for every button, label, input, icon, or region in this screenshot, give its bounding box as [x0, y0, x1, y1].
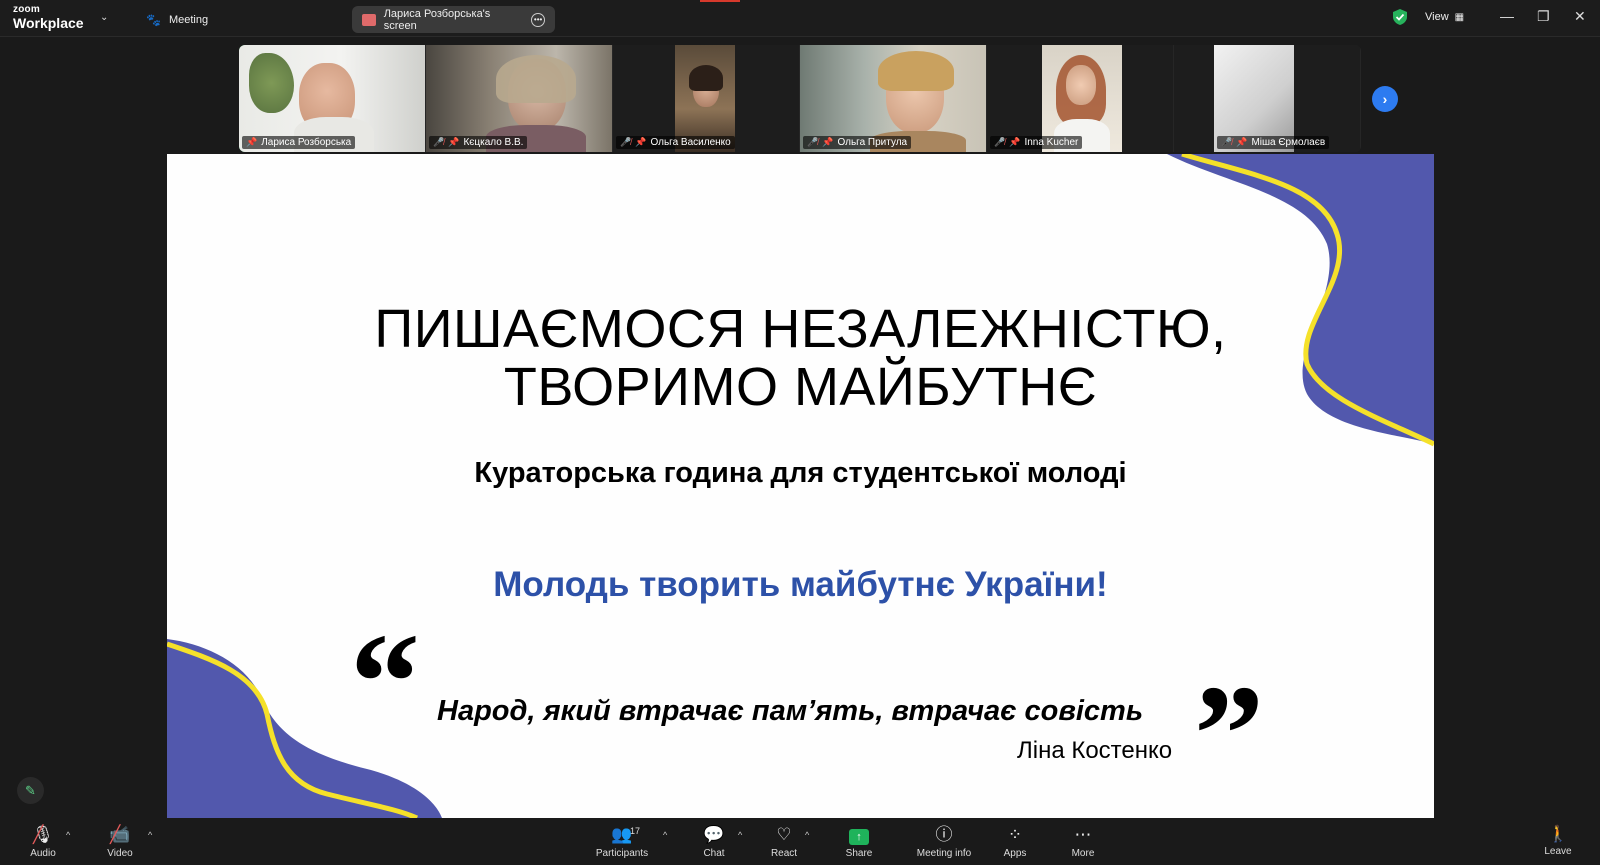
minimize-icon[interactable]: — — [1500, 8, 1514, 24]
mic-muted-icon: 🎙 ╱ — [32, 825, 54, 844]
tab-meeting[interactable]: 🐾 Meeting — [136, 6, 218, 33]
open-quote-mark: “ — [350, 605, 420, 760]
mic-muted-icon: 🎤̸ — [1221, 137, 1233, 147]
participants-label: Participants — [595, 848, 649, 859]
participant-name-tag: 🎤̸ 📌 Ольга Притула — [803, 136, 912, 149]
leave-icon: 🚶 — [1548, 826, 1568, 843]
recording-indicator — [700, 0, 740, 2]
mic-muted-icon: 🎤̸ — [994, 137, 1006, 147]
participant-tile[interactable]: 🎤̸ 📌 Міша Єрмолаєв — [1174, 45, 1360, 152]
video-off-icon: 📹 ╱ — [109, 825, 131, 844]
more-label: More — [1071, 848, 1095, 859]
slide-subtitle: Кураторська година для студентської моло… — [474, 457, 1127, 489]
leave-button[interactable]: 🚶 Leave — [1533, 824, 1583, 857]
share-label: Share — [845, 848, 873, 859]
audio-button[interactable]: 🎙 ╱ Audio — [13, 824, 73, 859]
participant-strip: 📌 Лариса Розборська 🎤̸ 📌 Кєцкало В.В. 🎤̸… — [239, 45, 1361, 152]
brand-top: zoom — [13, 4, 40, 15]
chevron-right-icon: › — [1382, 91, 1388, 107]
audio-label: Audio — [30, 848, 56, 859]
next-page-button[interactable]: › — [1372, 86, 1398, 112]
chat-label: Chat — [703, 848, 725, 859]
leave-label: Leave — [1544, 846, 1572, 857]
paw-icon: 🐾 — [146, 12, 161, 27]
meeting-info-button[interactable]: ⓘ Meeting info — [911, 824, 977, 859]
more-icon: ⋯ — [1074, 825, 1092, 844]
tab-shared-screen[interactable]: Лариса Розборська's screen ••• — [352, 6, 555, 33]
more-button[interactable]: ⋯ More — [1053, 824, 1113, 859]
react-label: React — [770, 848, 798, 859]
pin-icon: 📌 — [246, 137, 258, 147]
chevron-up-icon[interactable]: ^ — [805, 830, 809, 840]
participant-name-tag: 🎤̸ 📌 Кєцкало В.В. — [429, 136, 528, 149]
screen-share-icon — [362, 13, 376, 26]
annotate-pencil-icon[interactable]: ✎ — [17, 777, 44, 804]
view-button[interactable]: View ▦ — [1425, 11, 1464, 23]
meeting-toolbar: 🎙 ╱ Audio ^ 📹 ╱ Video ^ 👥 17 Participants ^… — [0, 820, 1600, 865]
participant-tile[interactable]: 🎤̸ 📌 Inna Kucher — [987, 45, 1173, 152]
participant-name-tag: 🎤̸ 📌 Inna Kucher — [990, 136, 1083, 149]
participant-name-tag: 🎤̸ 📌 Міша Єрмолаєв — [1217, 136, 1330, 149]
participant-tile[interactable]: 🎤̸ 📌 Кєцкало В.В. — [426, 45, 612, 152]
tab-meeting-label: Meeting — [168, 13, 209, 26]
share-button[interactable]: ↑ Share — [829, 824, 889, 859]
video-label: Video — [107, 848, 133, 859]
participant-tile[interactable]: 🎤̸ 📌 Ольга Притула — [800, 45, 986, 152]
slide-title-line1: ПИШАЄМОСЯ НЕЗАЛЕЖНІСТЮ, — [374, 299, 1227, 359]
meeting-info-label: Meeting info — [916, 848, 972, 859]
slide-title-line2: ТВОРИМО МАЙБУТНЄ — [503, 357, 1098, 417]
apps-icon: ⁘ — [1007, 825, 1023, 844]
zoom-logo: zoom Workplace — [13, 4, 84, 31]
apps-button[interactable]: ⁘ Apps — [985, 824, 1045, 859]
pin-icon: 📌 — [635, 137, 647, 147]
participant-tile[interactable]: 🎤̸ 📌 Ольга Василенко — [613, 45, 799, 152]
participant-name: Міша Єрмолаєв — [1251, 137, 1326, 148]
title-bar: zoom Workplace ⌄ 🐾 Meeting Лариса Розбор… — [0, 0, 1600, 37]
quote-author: Ліна Костенко — [1017, 737, 1173, 764]
pin-icon: 📌 — [1009, 137, 1021, 147]
close-icon[interactable]: ✕ — [1574, 8, 1586, 25]
participants-button[interactable]: 👥 17 Participants — [592, 824, 652, 859]
mic-muted-icon: 🎤̸ — [807, 137, 819, 147]
close-quote-mark: ” — [1194, 657, 1264, 812]
participant-tile[interactable]: 📌 Лариса Розборська — [239, 45, 425, 152]
participant-name-tag: 🎤̸ 📌 Ольга Василенко — [616, 136, 735, 149]
slide-quote: Народ, який втрачає пам’ять, втрачає сов… — [437, 695, 1144, 727]
restore-icon[interactable]: ❐ — [1537, 8, 1550, 25]
participant-name: Лариса Розборська — [261, 137, 352, 148]
chevron-up-icon[interactable]: ^ — [66, 830, 70, 840]
participant-name-tag: 📌 Лариса Розборська — [242, 136, 356, 149]
participant-name: Ольга Василенко — [650, 137, 731, 148]
pin-icon: 📌 — [448, 137, 460, 147]
participants-icon: 👥 17 — [592, 824, 652, 846]
chevron-up-icon[interactable]: ^ — [148, 830, 152, 840]
chat-button[interactable]: 💬 Chat — [684, 824, 744, 859]
apps-label: Apps — [1003, 848, 1027, 859]
tab-screen-label: Лариса Розборська's screen — [383, 7, 491, 32]
brand-name: Workplace — [13, 15, 84, 31]
chevron-up-icon[interactable]: ^ — [738, 830, 742, 840]
pin-icon: 📌 — [822, 137, 834, 147]
chevron-up-icon[interactable]: ^ — [663, 830, 667, 840]
video-button[interactable]: 📹 ╱ Video — [90, 824, 150, 859]
view-label: View — [1425, 11, 1449, 23]
share-icon: ↑ — [829, 824, 889, 846]
grid-icon: ▦ — [1454, 11, 1465, 23]
shield-check-icon[interactable] — [1393, 9, 1407, 30]
mic-muted-icon: 🎤̸ — [620, 137, 632, 147]
participants-count: 17 — [630, 826, 641, 836]
slide-tagline: Молодь творить майбутнє України! — [493, 565, 1108, 604]
shared-slide: ПИШАЄМОСЯ НЕЗАЛЕЖНІСТЮ, ТВОРИМО МАЙБУТНЄ… — [167, 154, 1434, 818]
participant-name: Ольга Притула — [837, 137, 908, 148]
slide-title: ПИШАЄМОСЯ НЕЗАЛЕЖНІСТЮ, ТВОРИМО МАЙБУТНЄ — [167, 300, 1434, 416]
pin-icon: 📌 — [1236, 137, 1248, 147]
info-icon: ⓘ — [935, 825, 953, 844]
mic-muted-icon: 🎤̸ — [433, 137, 445, 147]
chat-icon: 💬 — [703, 825, 725, 844]
participant-name: Кєцкало В.В. — [463, 137, 524, 148]
participant-name: Inna Kucher — [1024, 137, 1079, 148]
more-options-icon[interactable]: ••• — [531, 12, 545, 27]
chevron-down-icon[interactable]: ⌄ — [100, 12, 108, 23]
